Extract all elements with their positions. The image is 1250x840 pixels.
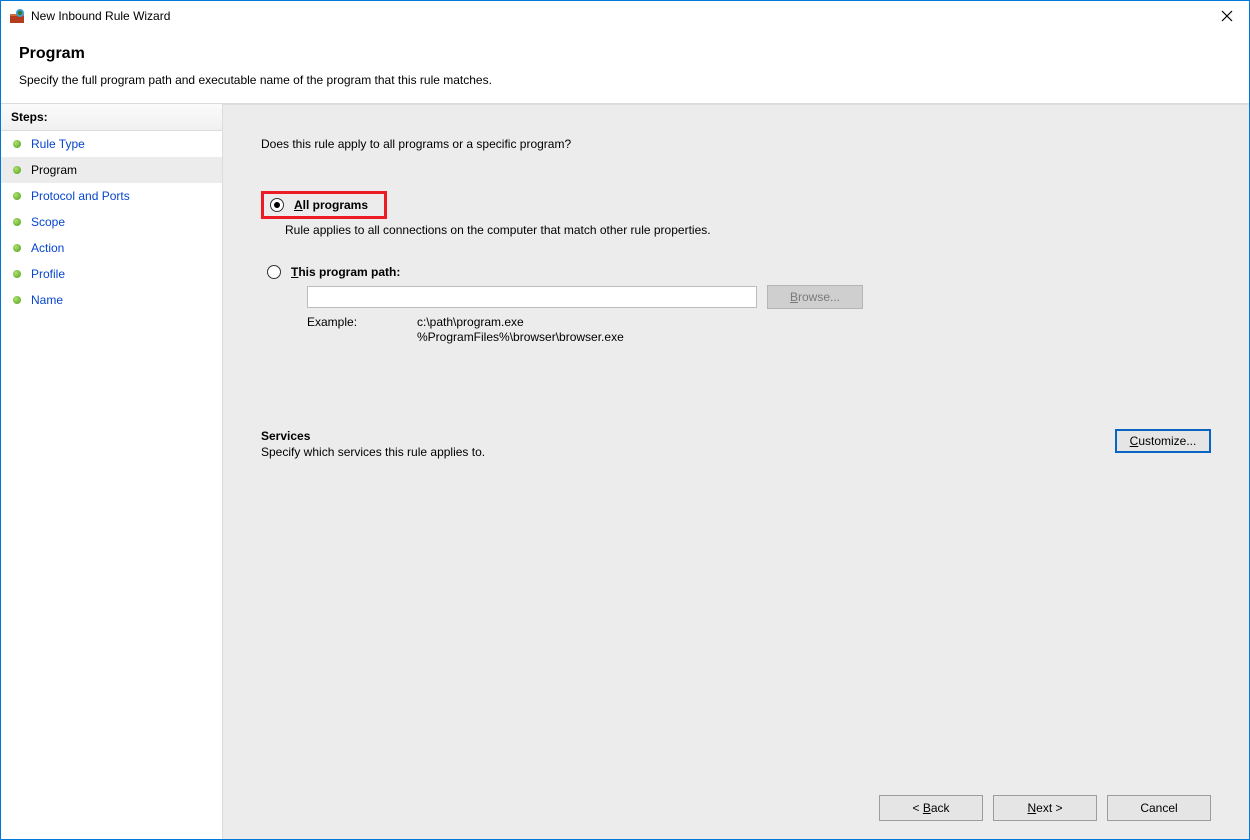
page-title: Program bbox=[19, 45, 1231, 63]
step-program[interactable]: Program bbox=[1, 157, 222, 183]
bullet-icon bbox=[13, 270, 21, 278]
body: Steps: Rule Type Program Protocol and Po… bbox=[1, 104, 1249, 839]
program-path-input[interactable] bbox=[307, 286, 757, 308]
highlight-annotation: All programs bbox=[261, 191, 387, 219]
option-all-description: Rule applies to all connections on the c… bbox=[285, 223, 1211, 237]
close-button[interactable] bbox=[1204, 1, 1249, 31]
bullet-icon bbox=[13, 296, 21, 304]
page-description: Specify the full program path and execut… bbox=[19, 73, 1231, 87]
step-scope[interactable]: Scope bbox=[1, 209, 222, 235]
services-heading: Services bbox=[261, 429, 1115, 443]
step-name[interactable]: Name bbox=[1, 287, 222, 313]
firewall-icon bbox=[9, 8, 25, 24]
bullet-icon bbox=[13, 244, 21, 252]
step-label: Rule Type bbox=[31, 137, 85, 151]
option-all-programs: All programs Rule applies to all connect… bbox=[261, 191, 1211, 237]
option-path-label: This program path: bbox=[291, 265, 400, 279]
titlebar: New Inbound Rule Wizard bbox=[1, 1, 1249, 31]
header: Program Specify the full program path an… bbox=[1, 31, 1249, 104]
steps-list: Rule Type Program Protocol and Ports Sco… bbox=[1, 131, 222, 313]
radio-this-program-path[interactable] bbox=[267, 265, 281, 279]
main-panel: Does this rule apply to all programs or … bbox=[223, 104, 1249, 839]
customize-button[interactable]: Customize... bbox=[1115, 429, 1211, 453]
step-label: Profile bbox=[31, 267, 65, 281]
prompt-text: Does this rule apply to all programs or … bbox=[261, 137, 1211, 151]
steps-heading: Steps: bbox=[1, 104, 222, 131]
bullet-icon bbox=[13, 140, 21, 148]
option-all-label: All programs bbox=[294, 198, 368, 212]
step-label: Action bbox=[31, 241, 64, 255]
step-label: Scope bbox=[31, 215, 65, 229]
option-this-program-path: This program path: Browse... Example: c:… bbox=[261, 265, 1211, 345]
example-label: Example: bbox=[307, 315, 417, 345]
next-button[interactable]: Next > bbox=[993, 795, 1097, 821]
back-button[interactable]: < Back bbox=[879, 795, 983, 821]
bullet-icon bbox=[13, 166, 21, 174]
step-label: Name bbox=[31, 293, 63, 307]
example-line2: %ProgramFiles%\browser\browser.exe bbox=[417, 330, 624, 345]
example-line1: c:\path\program.exe bbox=[417, 315, 624, 330]
bullet-icon bbox=[13, 218, 21, 226]
step-rule-type[interactable]: Rule Type bbox=[1, 131, 222, 157]
bullet-icon bbox=[13, 192, 21, 200]
browse-button: Browse... bbox=[767, 285, 863, 309]
footer-buttons: < Back Next > Cancel bbox=[261, 785, 1211, 821]
step-profile[interactable]: Profile bbox=[1, 261, 222, 287]
wizard-window: New Inbound Rule Wizard Program Specify … bbox=[0, 0, 1250, 840]
radio-all-programs[interactable] bbox=[270, 198, 284, 212]
window-title: New Inbound Rule Wizard bbox=[31, 9, 1204, 23]
cancel-button[interactable]: Cancel bbox=[1107, 795, 1211, 821]
step-label: Program bbox=[31, 163, 77, 177]
example-block: Example: c:\path\program.exe %ProgramFil… bbox=[307, 315, 1211, 345]
step-protocol-and-ports[interactable]: Protocol and Ports bbox=[1, 183, 222, 209]
step-action[interactable]: Action bbox=[1, 235, 222, 261]
services-section: Services Specify which services this rul… bbox=[261, 429, 1211, 459]
step-label: Protocol and Ports bbox=[31, 189, 130, 203]
steps-sidebar: Steps: Rule Type Program Protocol and Po… bbox=[1, 104, 223, 839]
services-description: Specify which services this rule applies… bbox=[261, 445, 1115, 459]
